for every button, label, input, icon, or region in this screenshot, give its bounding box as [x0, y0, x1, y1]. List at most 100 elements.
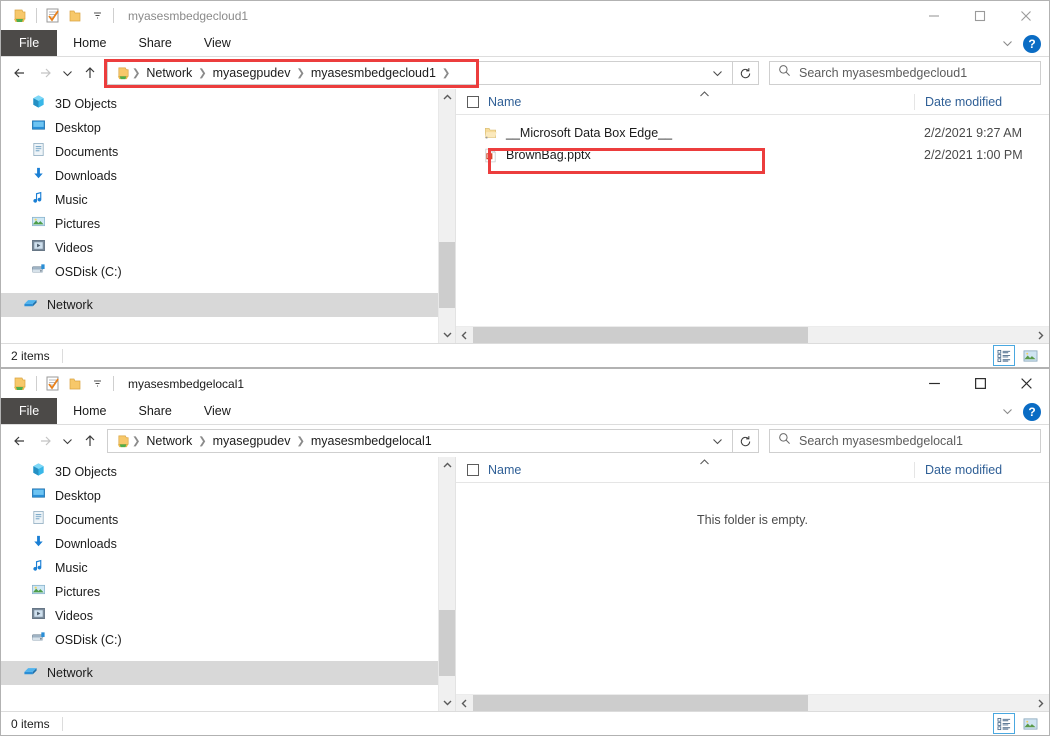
breadcrumb-item-2[interactable]: myasesmbedgecloud1 [306, 66, 441, 80]
scroll-down-arrow-icon[interactable] [439, 694, 456, 711]
close-button[interactable] [1003, 1, 1049, 30]
ribbon-right-controls[interactable]: ? [993, 30, 1049, 57]
scroll-down-arrow-icon[interactable] [439, 326, 456, 343]
breadcrumb-item-0[interactable]: Network [141, 66, 197, 80]
sidebar-item-osdisk[interactable]: OSDisk (C:) [1, 260, 455, 284]
scrollbar-track[interactable] [439, 106, 456, 326]
help-icon[interactable]: ? [1023, 35, 1041, 53]
recent-locations-chevron-down-icon[interactable] [57, 60, 77, 86]
scroll-left-arrow-icon[interactable] [456, 327, 473, 344]
properties-icon[interactable] [42, 373, 64, 395]
navigation-pane-scrollbar[interactable] [438, 89, 455, 343]
breadcrumb-item-0[interactable]: Network [141, 434, 197, 448]
details-view-button[interactable] [993, 345, 1015, 366]
sidebar-item-network[interactable]: Network [1, 661, 455, 685]
file-list-pane[interactable]: Name Date modified This folder is empty. [456, 457, 1049, 711]
sidebar-item-desktop[interactable]: Desktop [1, 116, 455, 140]
maximize-button[interactable] [957, 1, 1003, 30]
breadcrumb[interactable]: ❯ Network ❯ myasegpudev ❯ myasesmbedgecl… [114, 66, 706, 81]
scroll-up-arrow-icon[interactable] [439, 457, 456, 474]
properties-icon[interactable] [42, 5, 64, 27]
new-folder-icon[interactable] [64, 5, 86, 27]
tab-home[interactable]: Home [57, 398, 122, 424]
tab-file[interactable]: File [1, 398, 57, 424]
file-rows[interactable]: __Microsoft Data Box Edge__ 2/2/2021 9:2… [456, 115, 1049, 326]
select-all-checkbox[interactable] [456, 464, 484, 476]
sidebar-item-osdisk[interactable]: OSDisk (C:) [1, 628, 455, 652]
tab-view[interactable]: View [188, 398, 247, 424]
tab-home[interactable]: Home [57, 30, 122, 56]
network-folder-icon[interactable] [9, 5, 31, 27]
checkbox-box[interactable] [467, 96, 479, 108]
hscrollbar-thumb[interactable] [473, 327, 808, 344]
new-folder-icon[interactable] [64, 373, 86, 395]
scrollbar-track[interactable] [439, 474, 456, 694]
forward-button[interactable] [32, 60, 57, 86]
tab-file[interactable]: File [1, 30, 57, 56]
search-input[interactable]: Search myasesmbedgelocal1 [799, 434, 963, 448]
sidebar-item-desktop[interactable]: Desktop [1, 484, 455, 508]
view-toggle-group[interactable] [993, 345, 1041, 366]
details-view-button[interactable] [993, 713, 1015, 734]
quick-access-toolbar[interactable] [1, 373, 119, 395]
file-pane-horizontal-scrollbar[interactable] [456, 326, 1049, 343]
sidebar-item-documents[interactable]: Documents [1, 140, 455, 164]
column-headers[interactable]: Name Date modified [456, 457, 1049, 483]
sidebar-item-3d-objects[interactable]: 3D Objects [1, 92, 455, 116]
file-list-pane[interactable]: Name Date modified __ [456, 89, 1049, 343]
title-bar[interactable]: myasesmbedgecloud1 [1, 1, 1049, 30]
address-bar[interactable]: ❯ Network ❯ myasegpudev ❯ myasesmbedgecl… [107, 61, 733, 85]
sidebar-item-network[interactable]: Network [1, 293, 455, 317]
ribbon-tabs[interactable]: File Home Share View ? [1, 398, 1049, 425]
navigation-bar[interactable]: ❯ Network ❯ myasegpudev ❯ myasesmbedgecl… [1, 57, 1049, 89]
scroll-up-arrow-icon[interactable] [439, 89, 456, 106]
customize-toolbar-dropdown-icon[interactable] [86, 373, 108, 395]
minimize-button[interactable] [911, 369, 957, 398]
column-header-date-modified[interactable]: Date modified [914, 462, 1049, 478]
scrollbar-thumb[interactable] [439, 242, 456, 308]
maximize-button[interactable] [957, 369, 1003, 398]
navigation-pane-scrollbar[interactable] [438, 457, 455, 711]
sidebar-item-pictures[interactable]: Pictures [1, 580, 455, 604]
hscrollbar-track[interactable] [473, 327, 1032, 344]
tab-share[interactable]: Share [123, 398, 188, 424]
navigation-list[interactable]: 3D Objects Desktop [1, 89, 455, 317]
sidebar-item-3d-objects[interactable]: 3D Objects [1, 460, 455, 484]
table-row[interactable]: __Microsoft Data Box Edge__ 2/2/2021 9:2… [456, 122, 1049, 144]
tab-view[interactable]: View [188, 30, 247, 56]
breadcrumb-item-1[interactable]: myasegpudev [208, 66, 296, 80]
ribbon-right-controls[interactable]: ? [993, 398, 1049, 425]
sidebar-item-documents[interactable]: Documents [1, 508, 455, 532]
explorer-window-local[interactable]: myasesmbedgelocal1 File Home Share View … [0, 368, 1050, 736]
navigation-pane[interactable]: 3D Objects Desktop [1, 457, 456, 711]
large-icons-view-button[interactable] [1019, 345, 1041, 366]
hscrollbar-track[interactable] [473, 695, 1032, 712]
breadcrumb-separator-3[interactable]: ❯ [441, 68, 451, 79]
breadcrumb[interactable]: ❯ Network ❯ myasegpudev ❯ myasesmbedgelo… [114, 434, 706, 449]
checkbox-box[interactable] [467, 464, 479, 476]
up-button[interactable] [77, 428, 102, 454]
minimize-button[interactable] [911, 1, 957, 30]
address-bar[interactable]: ❯ Network ❯ myasegpudev ❯ myasesmbedgelo… [107, 429, 733, 453]
refresh-button[interactable] [733, 61, 759, 85]
search-box[interactable]: Search myasesmbedgelocal1 [769, 429, 1041, 453]
breadcrumb-root-network-icon[interactable] [114, 434, 131, 449]
search-box[interactable]: Search myasesmbedgecloud1 [769, 61, 1041, 85]
sidebar-item-downloads[interactable]: Downloads [1, 164, 455, 188]
column-headers[interactable]: Name Date modified [456, 89, 1049, 115]
scroll-right-arrow-icon[interactable] [1032, 695, 1049, 712]
sidebar-item-music[interactable]: Music [1, 556, 455, 580]
breadcrumb-root-network-icon[interactable] [114, 66, 131, 81]
address-history-chevron-down-icon[interactable] [706, 430, 728, 452]
sidebar-item-videos[interactable]: Videos [1, 236, 455, 260]
hscrollbar-thumb[interactable] [473, 695, 808, 712]
scroll-left-arrow-icon[interactable] [456, 695, 473, 712]
view-toggle-group[interactable] [993, 713, 1041, 734]
title-bar[interactable]: myasesmbedgelocal1 [1, 369, 1049, 398]
up-button[interactable] [77, 60, 102, 86]
breadcrumb-item-2[interactable]: myasesmbedgelocal1 [306, 434, 437, 448]
column-header-date-modified[interactable]: Date modified [914, 94, 1049, 110]
ribbon-tabs[interactable]: File Home Share View ? [1, 30, 1049, 57]
scrollbar-thumb[interactable] [439, 610, 456, 676]
file-pane-horizontal-scrollbar[interactable] [456, 694, 1049, 711]
